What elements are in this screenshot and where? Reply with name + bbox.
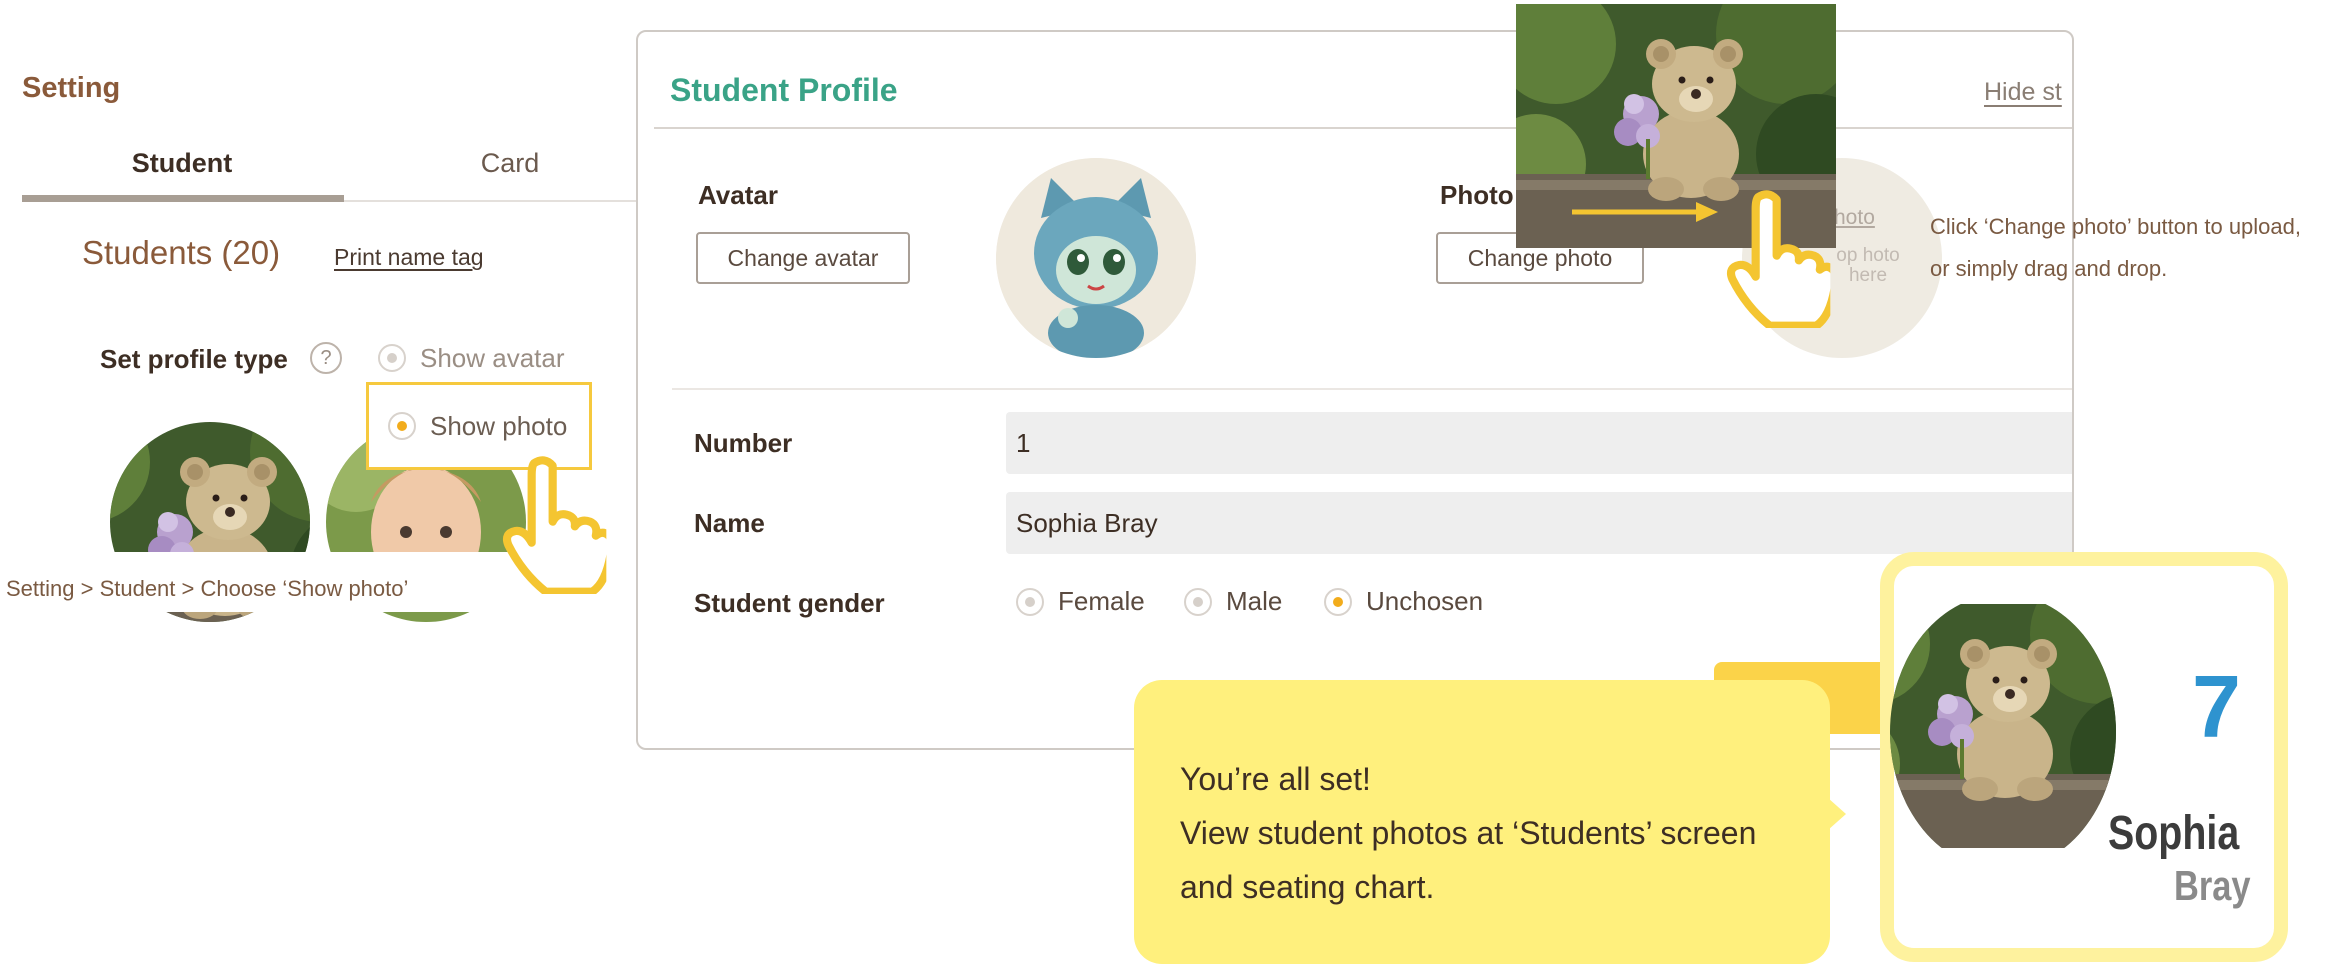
avatar-label: Avatar: [698, 180, 778, 210]
gender-unchosen-radio[interactable]: [1324, 588, 1352, 616]
print-name-tag-link[interactable]: Print name tag: [334, 244, 484, 271]
change-avatar-button[interactable]: Change avatar: [696, 232, 910, 284]
show-photo-label: Show photo: [430, 411, 568, 441]
card-number: 7: [2192, 657, 2241, 756]
gender-male-radio[interactable]: [1184, 588, 1212, 616]
pointer-hand-icon: [488, 454, 608, 594]
modal-header-divider: [654, 127, 2072, 129]
profile-type-label: Set profile type: [100, 344, 288, 374]
callout-text: You’re all set! View student photos at ‘…: [1180, 752, 1756, 914]
tab-student[interactable]: Student: [22, 148, 342, 179]
callout-tail: [1828, 798, 1846, 830]
card-photo: [1890, 594, 2116, 870]
help-icon[interactable]: ?: [310, 342, 342, 374]
photo-drop-text: op hoto here: [1836, 245, 1900, 286]
gender-unchosen-label: Unchosen: [1366, 586, 1484, 616]
student-profile-modal: Student Profile Hide st Avatar Change av…: [636, 30, 2074, 750]
upload-caption-line2: or simply drag and drop.: [1930, 256, 2168, 281]
upload-caption-line1: Click ‘Change photo’ button to upload,: [1930, 214, 2301, 239]
callout-line2: View student photos at ‘Students’ screen: [1180, 815, 1757, 851]
setting-caption: Setting > Student > Choose ‘Show photo’: [6, 576, 409, 601]
photo-label: Photo: [1440, 180, 1514, 210]
show-avatar-label: Show avatar: [420, 343, 565, 373]
settings-title: Setting: [22, 72, 121, 104]
number-input[interactable]: 1: [1006, 412, 2072, 474]
gender-female-label: Female: [1058, 586, 1145, 616]
tab-active-indicator: [22, 195, 344, 202]
gender-label: Student gender: [694, 588, 885, 618]
show-photo-radio[interactable]: [388, 412, 416, 440]
card-first-name: Sophia: [2108, 807, 2240, 860]
modal-title: Student Profile: [670, 72, 898, 108]
card-last-name: Bray: [2174, 862, 2251, 909]
gender-female-radio[interactable]: [1016, 588, 1044, 616]
photo-drop-title: hoto: [1834, 206, 1875, 229]
drag-arrow-icon: [1572, 202, 1718, 222]
number-label: Number: [694, 428, 793, 458]
callout-line3: and seating chart.: [1180, 869, 1435, 905]
hide-link[interactable]: Hide st: [1984, 78, 2062, 107]
gender-male-label: Male: [1226, 586, 1283, 616]
show-avatar-radio[interactable]: [378, 344, 406, 372]
modal-divider: [672, 388, 2072, 390]
callout-line1: You’re all set!: [1180, 761, 1371, 797]
pointer-hand-icon: [1712, 188, 1832, 328]
students-heading: Students (20): [82, 234, 281, 271]
tab-card[interactable]: Card: [350, 148, 670, 179]
avatar-image: [996, 158, 1196, 358]
name-input[interactable]: Sophia Bray: [1006, 492, 2072, 554]
upload-caption: Click ‘Change photo’ button to upload, o…: [1930, 206, 2301, 290]
tab-divider: [344, 200, 644, 202]
name-label: Name: [694, 508, 765, 538]
